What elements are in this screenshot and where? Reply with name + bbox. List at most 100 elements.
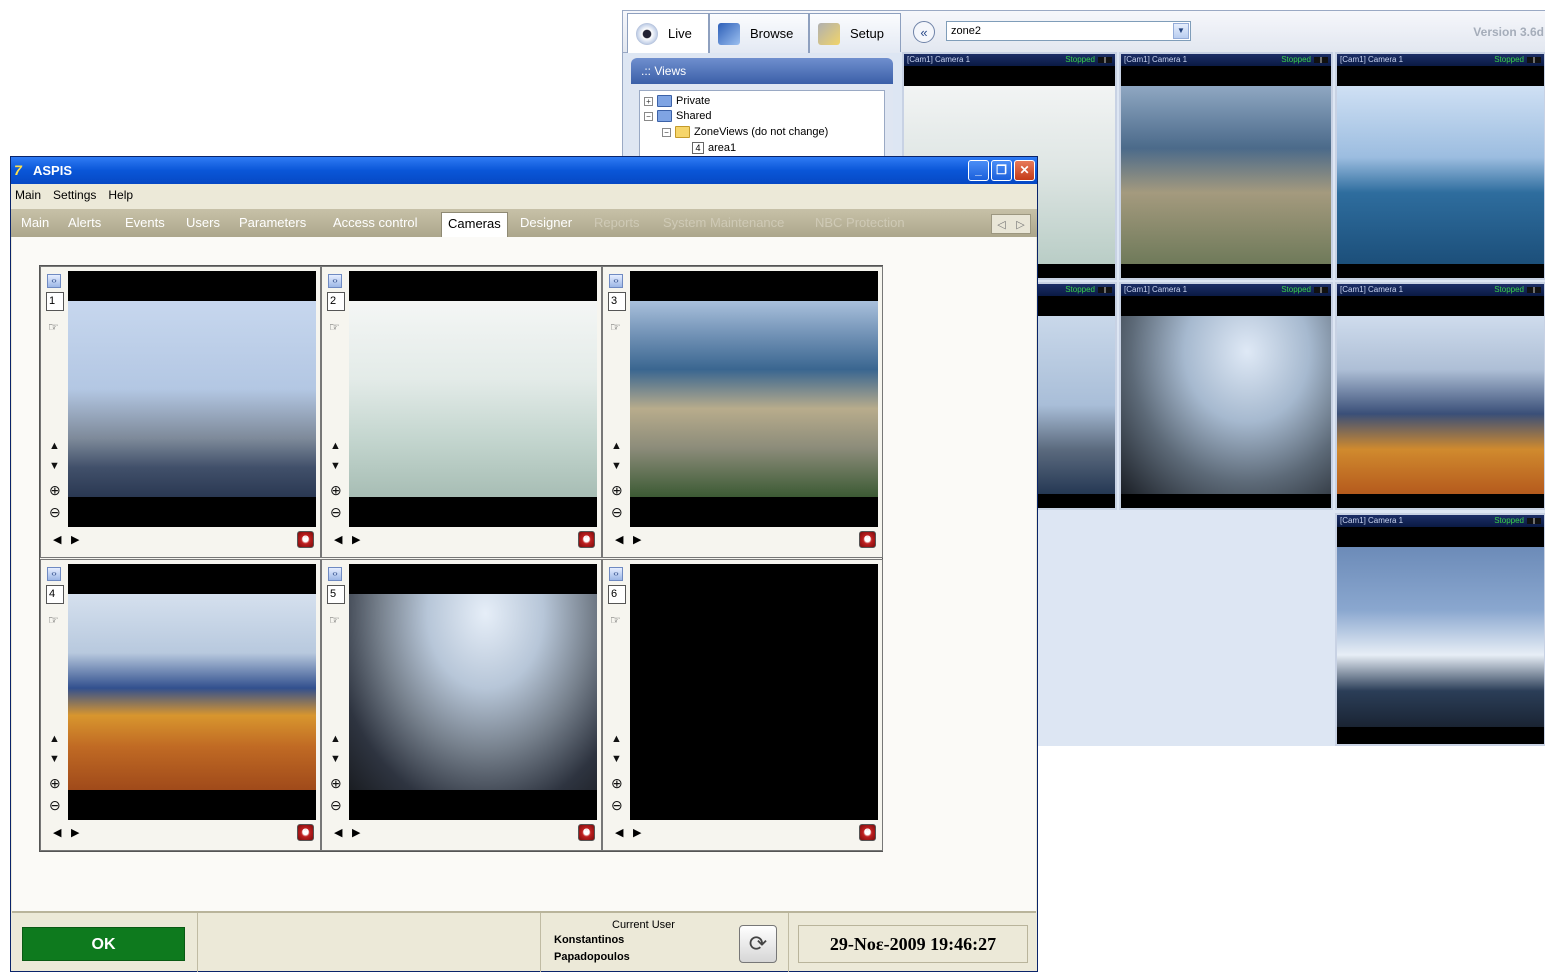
tilt-down-icon[interactable]: ▼ — [49, 753, 60, 765]
pan-left-icon[interactable]: ◀ — [334, 533, 342, 546]
video-feed-empty[interactable] — [630, 564, 878, 820]
zoom-out-icon[interactable]: ⊖ — [330, 504, 342, 521]
pan-right-icon[interactable]: ▶ — [71, 826, 79, 839]
zoom-out-icon[interactable]: ⊖ — [611, 504, 623, 521]
menu-main[interactable]: Main — [15, 188, 41, 202]
menu-settings[interactable]: Settings — [53, 188, 96, 202]
collapse-icon[interactable]: − — [644, 111, 653, 121]
video-feed[interactable] — [68, 271, 316, 527]
swap-icon[interactable]: ‹› — [328, 274, 342, 288]
close-button[interactable]: ✕ — [1014, 160, 1035, 181]
tab-scroll-left-icon[interactable]: ◁ — [997, 218, 1005, 231]
slot-number[interactable]: 5 — [327, 585, 345, 604]
record-button[interactable]: O — [859, 531, 876, 548]
tab-users[interactable]: Users — [186, 215, 220, 230]
record-button[interactable]: O — [578, 824, 595, 841]
swap-icon[interactable]: ‹› — [47, 567, 61, 581]
pan-right-icon[interactable]: ▶ — [71, 533, 79, 546]
expand-icon[interactable]: + — [644, 96, 653, 106]
tab-events[interactable]: Events — [125, 215, 165, 230]
tilt-down-icon[interactable]: ▼ — [611, 753, 622, 765]
viewer-camera-cell[interactable]: [Cam1] Camera 1 Stopped — [1119, 52, 1333, 280]
tilt-up-icon[interactable]: ▲ — [611, 440, 622, 452]
ok-button[interactable]: OK — [22, 927, 185, 961]
tab-designer[interactable]: Designer — [520, 215, 572, 230]
zoom-in-icon[interactable]: ⊕ — [49, 775, 61, 792]
tilt-down-icon[interactable]: ▼ — [330, 753, 341, 765]
tab-scroll-right-icon[interactable]: ▷ — [1016, 218, 1024, 231]
views-header[interactable]: .:: Views — [631, 58, 893, 84]
record-button[interactable]: O — [297, 824, 314, 841]
swap-icon[interactable]: ‹› — [609, 274, 623, 288]
tilt-up-icon[interactable]: ▲ — [49, 440, 60, 452]
record-button[interactable]: O — [859, 824, 876, 841]
tilt-up-icon[interactable]: ▲ — [49, 733, 60, 745]
slot-number[interactable]: 6 — [608, 585, 626, 604]
pan-left-icon[interactable]: ◀ — [53, 533, 61, 546]
video-feed[interactable] — [349, 271, 597, 527]
swap-icon[interactable]: ‹› — [609, 567, 623, 581]
slot-number[interactable]: 3 — [608, 292, 626, 311]
zoom-out-icon[interactable]: ⊖ — [49, 797, 61, 814]
tab-main[interactable]: Main — [21, 215, 49, 230]
tilt-up-icon[interactable]: ▲ — [330, 440, 341, 452]
collapse-icon[interactable]: − — [662, 127, 671, 137]
tab-setup[interactable]: Setup — [809, 13, 901, 53]
pointing-hand-icon[interactable]: ☞ — [610, 613, 621, 627]
minimize-button[interactable]: _ — [968, 160, 989, 181]
switch-user-button[interactable]: ⟳ — [739, 925, 777, 963]
pan-right-icon[interactable]: ▶ — [352, 533, 360, 546]
pointing-hand-icon[interactable]: ☞ — [48, 613, 59, 627]
zoom-in-icon[interactable]: ⊕ — [49, 482, 61, 499]
record-button[interactable]: O — [578, 531, 595, 548]
tab-browse[interactable]: Browse — [709, 13, 809, 53]
chevron-down-icon[interactable]: ▼ — [1173, 23, 1189, 39]
zoom-in-icon[interactable]: ⊕ — [330, 482, 342, 499]
tilt-up-icon[interactable]: ▲ — [611, 733, 622, 745]
zoom-in-icon[interactable]: ⊕ — [611, 775, 623, 792]
pan-right-icon[interactable]: ▶ — [633, 826, 641, 839]
tilt-down-icon[interactable]: ▼ — [611, 460, 622, 472]
tab-parameters[interactable]: Parameters — [239, 215, 306, 230]
zoom-in-icon[interactable]: ⊕ — [330, 775, 342, 792]
tree-node-zoneviews[interactable]: − ZoneViews (do not change) — [662, 126, 828, 138]
zoom-out-icon[interactable]: ⊖ — [611, 797, 623, 814]
viewer-camera-cell[interactable]: [Cam1] Camera 1 Stopped — [1335, 282, 1545, 510]
zone-select[interactable]: zone2 ▼ — [946, 21, 1191, 41]
pan-left-icon[interactable]: ◀ — [53, 826, 61, 839]
video-feed[interactable] — [349, 564, 597, 820]
collapse-panel-button[interactable]: « — [913, 21, 935, 43]
viewer-camera-cell[interactable]: [Cam1] Camera 1 Stopped — [1335, 52, 1545, 280]
restore-button[interactable]: ❐ — [991, 160, 1012, 181]
record-button[interactable]: O — [297, 531, 314, 548]
tab-access-control[interactable]: Access control — [333, 215, 418, 230]
viewer-camera-cell[interactable]: [Cam1] Camera 1 Stopped — [1335, 513, 1545, 746]
tab-live[interactable]: Live — [627, 13, 709, 53]
pointing-hand-icon[interactable]: ☞ — [329, 613, 340, 627]
swap-icon[interactable]: ‹› — [328, 567, 342, 581]
zoom-out-icon[interactable]: ⊖ — [49, 504, 61, 521]
slot-number[interactable]: 4 — [46, 585, 64, 604]
slot-number[interactable]: 2 — [327, 292, 345, 311]
pan-left-icon[interactable]: ◀ — [334, 826, 342, 839]
pan-left-icon[interactable]: ◀ — [615, 826, 623, 839]
tab-cameras[interactable]: Cameras — [441, 212, 508, 238]
tilt-down-icon[interactable]: ▼ — [49, 460, 60, 472]
pan-left-icon[interactable]: ◀ — [615, 533, 623, 546]
pan-right-icon[interactable]: ▶ — [633, 533, 641, 546]
tree-node-private[interactable]: + Private — [644, 95, 710, 107]
tilt-down-icon[interactable]: ▼ — [330, 460, 341, 472]
tree-node-shared[interactable]: − Shared — [644, 110, 711, 122]
pointing-hand-icon[interactable]: ☞ — [610, 320, 621, 334]
pointing-hand-icon[interactable]: ☞ — [48, 320, 59, 334]
zoom-in-icon[interactable]: ⊕ — [611, 482, 623, 499]
swap-icon[interactable]: ‹› — [47, 274, 61, 288]
pan-right-icon[interactable]: ▶ — [352, 826, 360, 839]
tilt-up-icon[interactable]: ▲ — [330, 733, 341, 745]
slot-number[interactable]: 1 — [46, 292, 64, 311]
viewer-camera-cell[interactable]: [Cam1] Camera 1 Stopped — [1119, 282, 1333, 510]
menu-help[interactable]: Help — [108, 188, 133, 202]
tab-alerts[interactable]: Alerts — [68, 215, 101, 230]
video-feed[interactable] — [630, 271, 878, 527]
tree-node-area1[interactable]: 4 area1 — [692, 142, 736, 154]
